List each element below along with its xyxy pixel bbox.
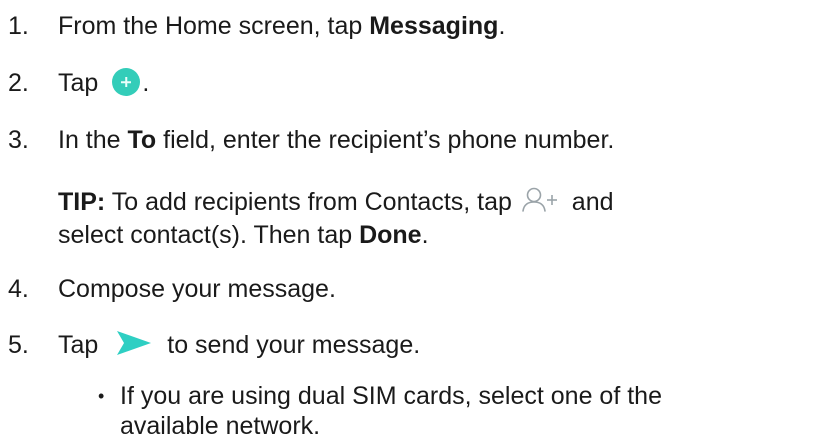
tip-text-2: select contact(s). Then tap Done. (58, 221, 429, 249)
step-text: In the To field, enter the recipient’s p… (58, 126, 615, 154)
step-text: Compose your message. (58, 275, 336, 303)
step-text: Tap. (58, 68, 150, 97)
bullet-text-2: available network. (120, 412, 321, 440)
step-number: 5. (8, 331, 29, 359)
send-arrow-icon (117, 331, 152, 356)
bullet-symbol: • (98, 386, 105, 406)
step-text: Tap to send your message. (58, 331, 421, 359)
tip-text: TIP: To add recipients from Contacts, ta… (58, 188, 614, 216)
step-number: 1. (8, 12, 29, 40)
messaging-label: Messaging (369, 12, 499, 40)
bullet-text-1: If you are using dual SIM cards, select … (120, 382, 662, 410)
step-number: 3. (8, 126, 29, 154)
step-number: 2. (8, 69, 29, 97)
tip-label: TIP: (58, 188, 106, 216)
add-contact-icon (522, 188, 557, 213)
step-number: 4. (8, 275, 29, 303)
to-field-label: To (127, 126, 157, 154)
new-message-plus-icon (112, 68, 141, 97)
step-text: From the Home screen, tap Messaging. (58, 12, 506, 40)
done-label: Done (359, 221, 422, 249)
